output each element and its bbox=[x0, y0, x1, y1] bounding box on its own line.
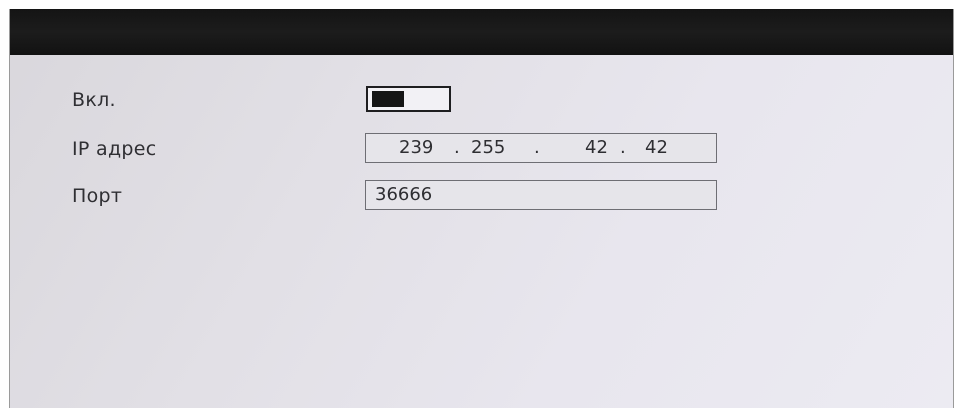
settings-dialog: Вкл. IP адрес 239 . 255 . 42 . 42 Порт 3… bbox=[9, 9, 954, 408]
ip-octet-4[interactable]: 42 bbox=[645, 137, 668, 159]
port-value: 36666 bbox=[375, 184, 433, 205]
port-field[interactable]: 36666 bbox=[365, 180, 717, 210]
enable-label: Вкл. bbox=[72, 89, 116, 111]
ip-separator: . bbox=[454, 137, 460, 158]
ip-address-field[interactable]: 239 . 255 . 42 . 42 bbox=[365, 133, 717, 163]
title-bar bbox=[10, 9, 953, 55]
toggle-knob bbox=[372, 91, 404, 107]
ip-separator: . bbox=[620, 137, 626, 158]
ip-octet-2[interactable]: 255 bbox=[471, 137, 505, 159]
ip-octet-3[interactable]: 42 bbox=[585, 137, 608, 159]
port-label: Порт bbox=[72, 185, 123, 207]
ip-octet-1[interactable]: 239 bbox=[399, 137, 433, 159]
ip-address-label: IP адрес bbox=[72, 138, 157, 160]
ip-separator: . bbox=[534, 137, 540, 158]
enable-toggle[interactable] bbox=[366, 86, 451, 112]
